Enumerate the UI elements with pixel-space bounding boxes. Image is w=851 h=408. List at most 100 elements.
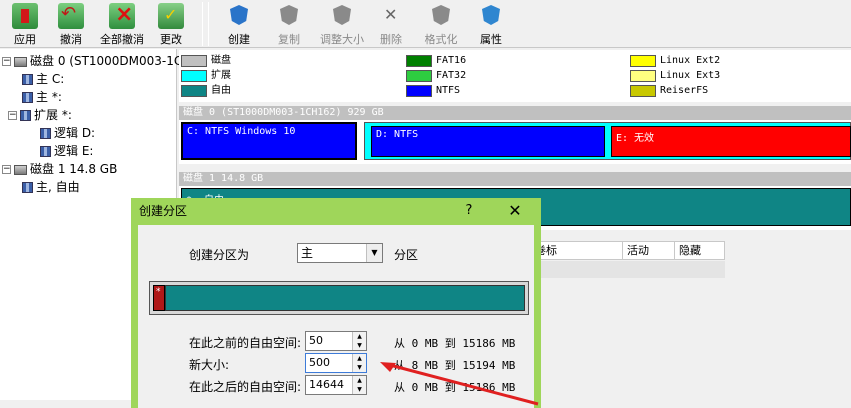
commit-button[interactable]: 更改 (146, 0, 196, 48)
legend-label: 扩展 (211, 70, 231, 81)
disk1-header[interactable]: 磁盘 1 14.8 GB (179, 172, 851, 186)
disk0-header[interactable]: 磁盘 0 (ST1000DM003-1CH162) 929 GB (179, 106, 851, 120)
partition-type-select[interactable]: 主 ▼ (297, 243, 383, 263)
legend-swatch (406, 70, 432, 82)
legend-label: FAT32 (436, 70, 467, 81)
partition-c[interactable]: C: NTFS Windows 10 (181, 122, 357, 160)
partition-size-fill (165, 285, 525, 311)
column-header-hidden[interactable]: 隐藏 (675, 242, 726, 260)
partition-e[interactable]: E: 无效 (611, 126, 851, 157)
legend-label: Linux Ext3 (660, 70, 721, 81)
tree-item-free[interactable]: 主, 自由 (22, 178, 80, 196)
legend: 磁盘 扩展 自由 FAT16 FAT32 NTFS Linux Ext2 Lin… (179, 50, 851, 102)
spin-buttons[interactable]: ▲ ▼ (352, 376, 366, 394)
close-button[interactable]: ✕ (503, 201, 527, 221)
legend-swatch (181, 85, 207, 97)
partition-icon (22, 182, 33, 193)
collapse-toggle[interactable]: − (2, 165, 11, 174)
tree-item-extended[interactable]: − 扩展 *: (8, 106, 72, 124)
toolbar-separator (202, 2, 203, 46)
spin-up-icon[interactable]: ▲ (353, 332, 366, 341)
spin-down-icon[interactable]: ▼ (353, 385, 366, 394)
partition-icon (20, 110, 31, 121)
legend-label: Linux Ext2 (660, 55, 721, 66)
toolbar-separator (208, 2, 209, 46)
delete-partition-icon (378, 3, 404, 29)
partition-icon (22, 74, 33, 85)
create-partition-label: 创建 (228, 33, 250, 46)
toolbar: 应用 撤消 全部撤消 更改 创建 复制 调整大小 删除 格式化 属性 (0, 0, 851, 48)
legend-swatch (406, 55, 432, 67)
tree-item-logical-e[interactable]: 逻辑 E: (40, 142, 93, 160)
format-partition-label: 格式化 (424, 33, 458, 46)
properties-icon (478, 3, 504, 29)
properties-button[interactable]: 属性 (466, 0, 516, 48)
partition-grid-header: 卷标 活动 隐藏 (530, 241, 725, 260)
tree-item-primary-c[interactable]: 主 C: (22, 70, 64, 88)
dialog-body: 创建分区为 主 ▼ 分区 * 在此之前的自由空间: 50 ▲ ▼ 从 0 MB 到… (138, 225, 539, 408)
free-after-input[interactable]: 14644 ▲ ▼ (305, 375, 367, 395)
tree-item-label: 磁盘 0 (ST1000DM003-1CH1 (30, 54, 199, 68)
new-size-label: 新大小: (189, 358, 230, 372)
copy-partition-label: 复制 (278, 33, 300, 46)
apply-icon (12, 3, 38, 29)
legend-swatch (406, 85, 432, 97)
legend-swatch (181, 55, 207, 67)
slider-handle[interactable]: * (153, 285, 165, 311)
spin-up-icon[interactable]: ▲ (353, 376, 366, 385)
undo-button[interactable]: 撤消 (46, 0, 96, 48)
new-size-input[interactable]: 500 ▲ ▼ (305, 353, 367, 373)
resize-partition-icon (329, 3, 355, 29)
table-row[interactable] (530, 261, 725, 278)
tree-item-disk1[interactable]: − 磁盘 1 14.8 GB (2, 160, 117, 178)
undo-label: 撤消 (60, 33, 82, 46)
undo-all-label: 全部撤消 (100, 33, 144, 46)
tree-item-label: 逻辑 E: (54, 144, 94, 158)
legend-swatch (630, 55, 656, 67)
create-as-label: 创建分区为 (189, 248, 250, 262)
copy-partition-button[interactable]: 复制 (264, 0, 314, 48)
create-partition-icon (226, 3, 252, 29)
collapse-toggle[interactable]: − (2, 57, 11, 66)
free-before-label: 在此之前的自由空间: (189, 336, 302, 350)
legend-label: NTFS (436, 85, 461, 96)
tree-item-disk0[interactable]: − 磁盘 0 (ST1000DM003-1CH1 (2, 52, 199, 70)
resize-partition-button[interactable]: 调整大小 (314, 0, 370, 48)
dialog-title: 创建分区 (139, 204, 188, 218)
disk-icon (14, 56, 27, 67)
column-header-active[interactable]: 活动 (623, 242, 675, 260)
delete-partition-label: 删除 (380, 33, 402, 46)
create-partition-button[interactable]: 创建 (214, 0, 264, 48)
help-button[interactable]: ? (459, 201, 479, 221)
collapse-toggle[interactable]: − (8, 111, 17, 120)
legend-label: 自由 (211, 85, 231, 96)
disk-icon (14, 164, 27, 175)
apply-button[interactable]: 应用 (0, 0, 50, 48)
spin-buttons[interactable]: ▲ ▼ (352, 332, 366, 350)
tree-item-primary-star[interactable]: 主 *: (22, 88, 62, 106)
partition-size-slider[interactable]: * (149, 281, 529, 315)
partition-d[interactable]: D: NTFS (371, 126, 605, 157)
spin-buttons[interactable]: ▲ ▼ (352, 354, 366, 372)
free-after-label: 在此之后的自由空间: (189, 380, 302, 394)
annotation-arrow-icon (380, 362, 539, 406)
undo-all-button[interactable]: 全部撤消 (94, 0, 150, 48)
tree-item-label: 主 *: (36, 90, 62, 104)
partition-type-value: 主 (301, 246, 314, 260)
delete-partition-button[interactable]: 删除 (366, 0, 416, 48)
column-header-label[interactable]: 卷标 (531, 242, 623, 260)
chevron-down-icon: ▼ (366, 244, 382, 262)
legend-swatch (630, 85, 656, 97)
tree-item-label: 扩展 *: (34, 108, 72, 122)
free-before-value: 50 (309, 334, 323, 347)
format-partition-button[interactable]: 格式化 (416, 0, 466, 48)
spin-up-icon[interactable]: ▲ (353, 354, 366, 363)
partition-icon (40, 146, 51, 157)
legend-label: FAT16 (436, 55, 467, 66)
create-partition-dialog: 创建分区 ? ✕ 创建分区为 主 ▼ 分区 * 在此之前的自由空间: 50 ▲ ▼… (131, 198, 541, 408)
spin-down-icon[interactable]: ▼ (353, 363, 366, 372)
undo-icon (58, 3, 84, 29)
free-before-input[interactable]: 50 ▲ ▼ (305, 331, 367, 351)
spin-down-icon[interactable]: ▼ (353, 341, 366, 350)
tree-item-logical-d[interactable]: 逻辑 D: (40, 124, 95, 142)
